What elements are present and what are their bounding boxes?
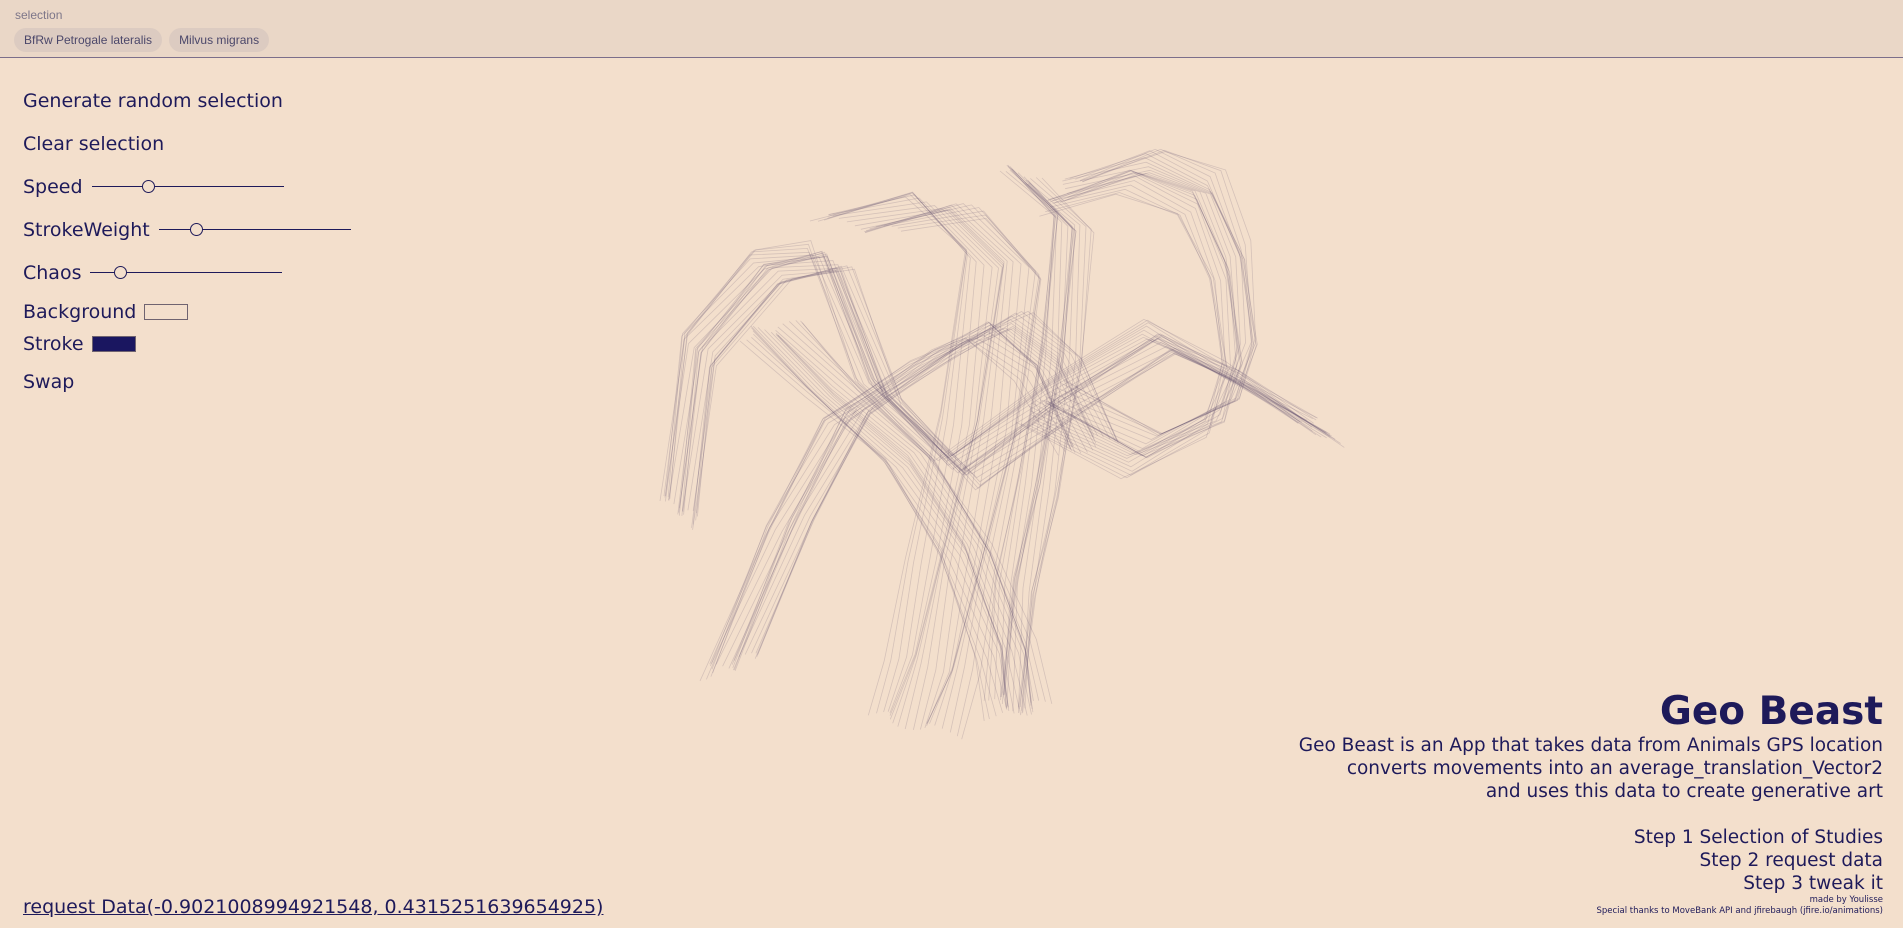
- request-data-link[interactable]: request Data(-0.9021008994921548, 0.4315…: [23, 896, 603, 918]
- swap-label[interactable]: Swap: [23, 371, 74, 393]
- step-3-text: Step 3 tweak it: [1743, 873, 1883, 894]
- background-color-control: Background: [23, 301, 189, 323]
- background-label: Background: [23, 301, 137, 323]
- art-stroke: [678, 260, 1322, 516]
- stroke-weight-control: StrokeWeight: [23, 219, 351, 241]
- stroke-weight-label: StrokeWeight: [23, 219, 150, 241]
- speed-slider-track[interactable]: [91, 186, 284, 187]
- stroke-weight-slider-track[interactable]: [158, 229, 351, 230]
- swap-button[interactable]: Swap: [23, 371, 74, 393]
- selection-chips: BfRw Petrogale lateralis Milvus migrans: [14, 28, 270, 52]
- art-stroke: [722, 321, 1082, 667]
- speed-slider-thumb[interactable]: [142, 180, 156, 193]
- art-stroke: [865, 203, 1022, 724]
- app-description-line: and uses this data to create generative …: [1485, 781, 1883, 802]
- stroke-weight-slider[interactable]: [158, 223, 351, 237]
- generate-random-selection-label[interactable]: Generate random selection: [23, 90, 283, 112]
- chaos-slider[interactable]: [90, 266, 283, 280]
- app-info: Geo Beast Geo Beast is an App that takes…: [1299, 690, 1883, 917]
- chaos-control: Chaos: [23, 262, 283, 284]
- selection-chip[interactable]: BfRw Petrogale lateralis: [14, 28, 163, 52]
- art-stroke: [854, 209, 1004, 730]
- clear-selection-button[interactable]: Clear selection: [23, 133, 164, 155]
- speed-control: Speed: [23, 176, 284, 198]
- stroke-color-picker[interactable]: [91, 336, 136, 352]
- generative-art-canvas: [659, 148, 1345, 740]
- app-description-line: converts movements into an average_trans…: [1346, 758, 1883, 779]
- chaos-slider-thumb[interactable]: [114, 266, 128, 279]
- thanks-text: Special thanks to MoveBank API and jfire…: [1596, 906, 1883, 916]
- stroke-color-control: Stroke: [23, 333, 136, 355]
- selection-chip[interactable]: Milvus migrans: [169, 28, 270, 52]
- art-strokes: [659, 148, 1345, 740]
- app-title: Geo Beast: [1659, 689, 1883, 734]
- clear-selection-label[interactable]: Clear selection: [23, 133, 164, 155]
- selection-label: selection: [15, 8, 63, 22]
- credit-text: made by Youlisse: [1809, 895, 1883, 905]
- art-stroke: [665, 256, 1308, 497]
- selection-bar: selection BfRw Petrogale lateralis Milvu…: [0, 0, 1903, 58]
- speed-slider[interactable]: [91, 180, 284, 194]
- speed-label: Speed: [23, 176, 83, 198]
- stroke-weight-slider-thumb[interactable]: [190, 223, 204, 236]
- step-1-text: Step 1 Selection of Studies: [1633, 827, 1883, 848]
- background-color-picker[interactable]: [144, 304, 189, 320]
- art-stroke: [1046, 173, 1238, 459]
- chaos-label: Chaos: [23, 262, 82, 284]
- art-stroke: [846, 208, 1003, 730]
- stroke-label: Stroke: [23, 333, 84, 355]
- step-2-text: Step 2 request data: [1699, 850, 1883, 871]
- app-description-line: Geo Beast is an App that takes data from…: [1298, 735, 1883, 756]
- art-stroke: [739, 340, 985, 721]
- generate-random-selection-button[interactable]: Generate random selection: [23, 90, 283, 112]
